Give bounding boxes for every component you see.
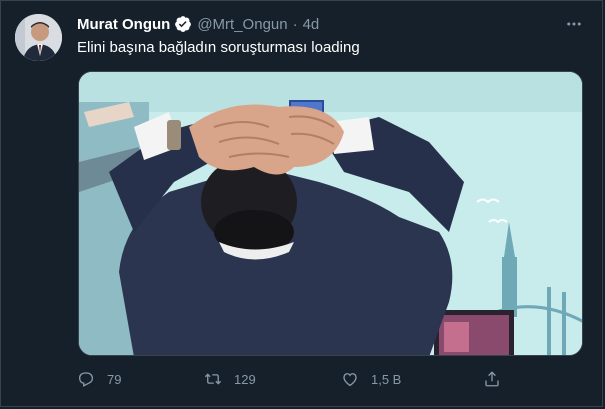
retweet-count: 129 [234,371,256,387]
share-button[interactable] [483,367,501,391]
like-count: 1,5 B [371,371,402,387]
reply-count: 79 [107,371,122,387]
retweet-icon [204,373,222,385]
tweet-card[interactable]: Murat Ongun @Mrt_Ongun · 4d Elini başına… [0,0,603,407]
tweet-actions: 79 129 1,5 B [77,367,507,391]
verified-badge-icon [174,15,192,33]
author-name[interactable]: Murat Ongun [77,16,170,33]
more-options-button[interactable] [563,13,585,35]
like-button[interactable]: 1,5 B [341,367,401,391]
tweet-photo [79,72,582,355]
timestamp[interactable]: 4d [303,16,320,33]
separator-dot: · [292,15,298,33]
retweet-button[interactable]: 129 [204,367,256,391]
heart-icon [343,373,357,387]
avatar-image [15,14,62,61]
tweet-media[interactable] [78,71,583,356]
tweet-header: Murat Ongun @Mrt_Ongun · 4d [77,14,319,34]
reply-button[interactable]: 79 [77,367,121,391]
more-options-icon [567,22,581,26]
tweet-text: Elini başına bağladın soruşturması loadi… [77,39,360,56]
reply-icon [78,372,94,387]
avatar[interactable] [15,14,62,61]
author-handle[interactable]: @Mrt_Ongun [197,16,287,33]
share-icon [485,371,499,387]
